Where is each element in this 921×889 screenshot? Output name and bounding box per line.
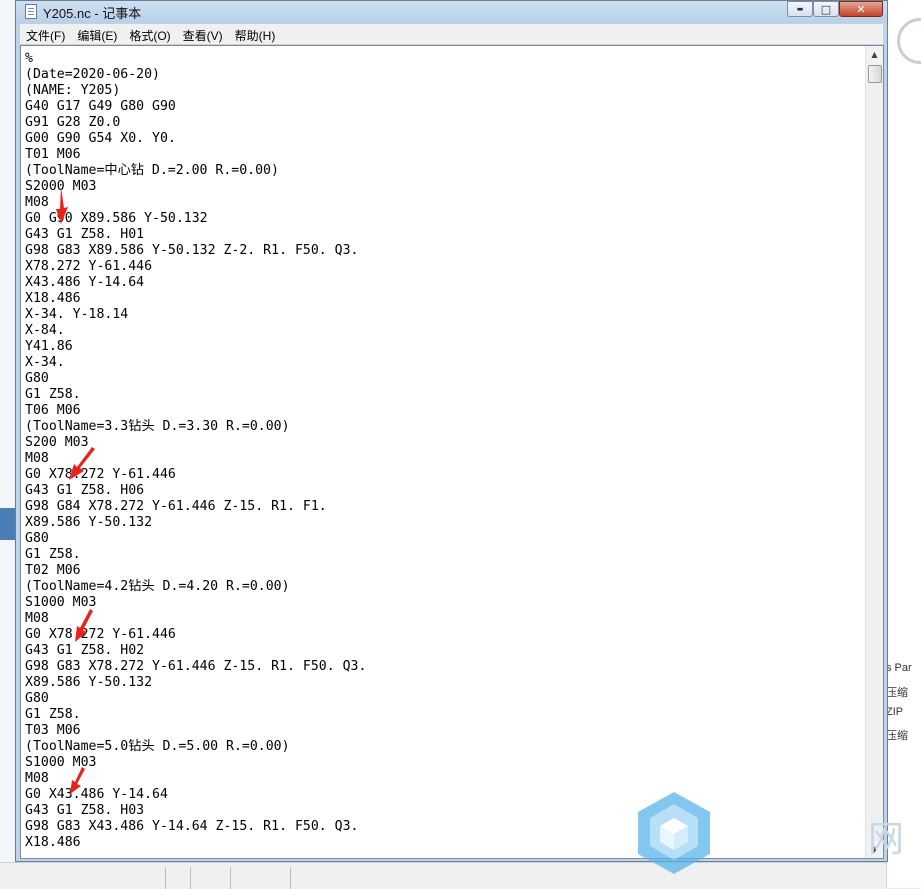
annotation-arrow [75, 609, 93, 642]
text-line[interactable]: % [25, 51, 366, 67]
annotation-arrow [70, 767, 85, 794]
annotation-arrow [69, 447, 95, 480]
maximize-icon: □ [820, 3, 832, 16]
minimize-icon: ▬ [796, 5, 804, 13]
annotation-arrow [56, 187, 68, 224]
text-line[interactable]: X18.486 [25, 835, 366, 851]
text-line[interactable]: G40 G17 G49 G80 G90 [25, 99, 366, 115]
background-decoration [897, 18, 921, 64]
text-line[interactable]: G98 G83 X78.272 Y-61.446 Z-15. R1. F50. … [25, 659, 366, 675]
menu-bar: 文件(F) 编辑(E) 格式(O) 查看(V) 帮助(H) [20, 24, 883, 44]
menu-file[interactable]: 文件(F) [20, 24, 71, 44]
scroll-up-button[interactable]: ▲ [866, 46, 883, 63]
text-line[interactable]: G00 G90 G54 X0. Y0. [25, 131, 366, 147]
text-line[interactable]: T02 M06 [25, 563, 366, 579]
minimize-button[interactable]: ▬ [787, 1, 813, 17]
text-line[interactable]: G80 [25, 691, 366, 707]
text-line[interactable]: G1 Z58. [25, 547, 366, 563]
window-title: Y205.nc - 记事本 [43, 6, 142, 21]
text-line[interactable]: T06 M06 [25, 403, 366, 419]
menu-view[interactable]: 查看(V) [177, 24, 229, 44]
text-line[interactable]: M08 [25, 195, 366, 211]
title-bar[interactable]: Y205.nc - 记事本 ▬ □ ✕ [16, 1, 887, 23]
menu-format[interactable]: 格式(O) [123, 24, 176, 44]
watermark-logo [638, 792, 710, 874]
text-line[interactable]: Y41.86 [25, 339, 366, 355]
text-line[interactable]: G1 Z58. [25, 387, 366, 403]
text-line[interactable]: G80 [25, 371, 366, 387]
close-icon: ✕ [856, 3, 866, 16]
menu-help[interactable]: 帮助(H) [229, 24, 282, 44]
menu-edit[interactable]: 编辑(E) [71, 24, 123, 44]
close-button[interactable]: ✕ [839, 1, 883, 17]
text-line[interactable]: G98 G83 X89.586 Y-50.132 Z-2. R1. F50. Q… [25, 243, 366, 259]
text-editor[interactable]: % (Date=2020-06-20) (NAME: Y205) G40 G17 G4… [20, 45, 884, 859]
text-line[interactable]: X89.586 Y-50.132 [25, 515, 366, 531]
side-label: s Par [886, 662, 912, 674]
side-label: 压缩 [886, 687, 908, 699]
text-line[interactable]: G1 Z58. [25, 707, 366, 723]
text-line[interactable]: T01 M06 [25, 147, 366, 163]
text-line[interactable]: X89.586 Y-50.132 [25, 675, 366, 691]
side-label: ZIP [886, 706, 904, 718]
text-line[interactable]: G91 G28 Z0.0 [25, 115, 366, 131]
text-line[interactable]: X-34. Y-18.14 [25, 307, 366, 323]
window-controls: ▬ □ ✕ [787, 1, 883, 18]
text-line[interactable]: X-84. [25, 323, 366, 339]
text-line[interactable]: X43.486 Y-14.64 [25, 275, 366, 291]
text-line[interactable]: (ToolName=3.3钻头 D.=3.30 R.=0.00) [25, 419, 366, 435]
text-line[interactable]: (ToolName=5.0钻头 D.=5.00 R.=0.00) [25, 739, 366, 755]
text-line[interactable]: G80 [25, 531, 366, 547]
notepad-window: Y205.nc - 记事本 ▬ □ ✕ 文件(F) 编辑(E) 格式(O) 查看(V)… [15, 0, 888, 862]
text-line[interactable]: X18.486 [25, 291, 366, 307]
text-line[interactable]: G43 G1 Z58. H03 [25, 803, 366, 819]
text-line[interactable]: G43 G1 Z58. H06 [25, 483, 366, 499]
text-line[interactable]: G98 G84 X78.272 Y-61.446 Z-15. R1. F1. [25, 499, 366, 515]
background-taskbar-strip [0, 862, 886, 889]
text-line[interactable]: G98 G83 X43.486 Y-14.64 Z-15. R1. F50. Q… [25, 819, 366, 835]
text-line[interactable]: S2000 M03 [25, 179, 366, 195]
scroll-thumb[interactable] [868, 65, 882, 83]
text-line[interactable]: G0 G90 X89.586 Y-50.132 [25, 211, 366, 227]
text-line[interactable]: (NAME: Y205) [25, 83, 366, 99]
text-line[interactable]: X-34. [25, 355, 366, 371]
text-line[interactable]: X78.272 Y-61.446 [25, 259, 366, 275]
text-line[interactable]: G43 G1 Z58. H02 [25, 643, 366, 659]
notepad-icon [25, 4, 37, 19]
background-right-panel: s Par 压缩 ZIP 压缩 [886, 0, 921, 888]
maximize-button[interactable]: □ [813, 1, 839, 17]
text-line[interactable]: (ToolName=4.2钻头 D.=4.20 R.=0.00) [25, 579, 366, 595]
text-line[interactable]: (ToolName=中心钻 D.=2.00 R.=0.00) [25, 163, 366, 179]
vertical-scrollbar[interactable]: ▲ ▼ [865, 46, 883, 858]
text-line[interactable]: T03 M06 [25, 723, 366, 739]
side-label: 压缩 [886, 730, 908, 742]
background-tab [0, 508, 16, 540]
text-line[interactable]: (Date=2020-06-20) [25, 67, 366, 83]
text-line[interactable]: G43 G1 Z58. H01 [25, 227, 366, 243]
watermark-text: 网 [868, 819, 905, 860]
